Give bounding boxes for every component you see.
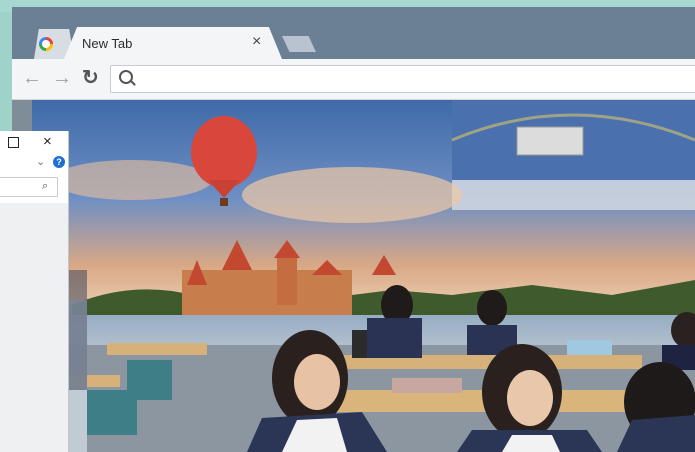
chevron-down-icon[interactable]: ⌄ <box>36 155 45 168</box>
search-icon: ⌕ <box>42 180 49 192</box>
back-button[interactable]: ← <box>22 68 42 88</box>
file-pane <box>0 203 68 452</box>
tab-title: New Tab <box>82 36 133 51</box>
tab-close-icon[interactable]: × <box>252 34 261 50</box>
explorer-window: × ⌄ ? ⌕ <box>0 131 69 452</box>
search-icon <box>119 70 133 84</box>
forward-button[interactable]: → <box>52 68 72 88</box>
address-bar[interactable] <box>110 65 695 93</box>
google-icon <box>39 37 53 51</box>
classroom-photo <box>12 100 695 452</box>
browser-toolbar: ← → ↻ <box>12 59 695 100</box>
browser-window: New Tab × ← → ↻ <box>12 7 695 452</box>
reload-button[interactable]: ↻ <box>82 68 99 88</box>
maximize-icon[interactable] <box>8 137 19 148</box>
help-icon[interactable]: ? <box>53 156 65 168</box>
search-input[interactable] <box>0 177 58 197</box>
close-icon[interactable]: × <box>43 133 52 150</box>
page-content <box>12 100 695 452</box>
